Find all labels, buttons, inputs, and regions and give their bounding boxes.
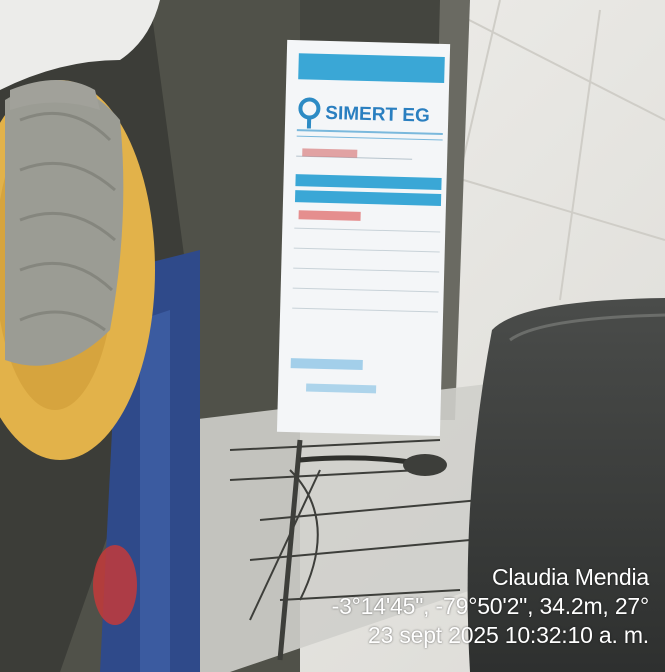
stamp-coordinates: -3°14'45", -79°50'2", 34.2m, 27°	[331, 593, 650, 619]
photo: SIMERT EG Claudia Mendia -3°14'45", -79°…	[0, 0, 665, 672]
ticket-header-band	[298, 53, 445, 84]
parking-ticket: SIMERT EG	[276, 39, 451, 437]
stamp-datetime: 23 sept 2025 10:32:10 a. m.	[367, 622, 649, 648]
blue-banner-stripe	[140, 310, 170, 672]
stamp-author: Claudia Mendia	[491, 564, 649, 590]
banner-logo	[93, 545, 137, 625]
photo-stamp: Claudia Mendia -3°14'45", -79°50'2", 34.…	[331, 563, 650, 650]
ticket-brand: SIMERT EG	[325, 103, 430, 127]
hat-crown	[5, 84, 124, 366]
